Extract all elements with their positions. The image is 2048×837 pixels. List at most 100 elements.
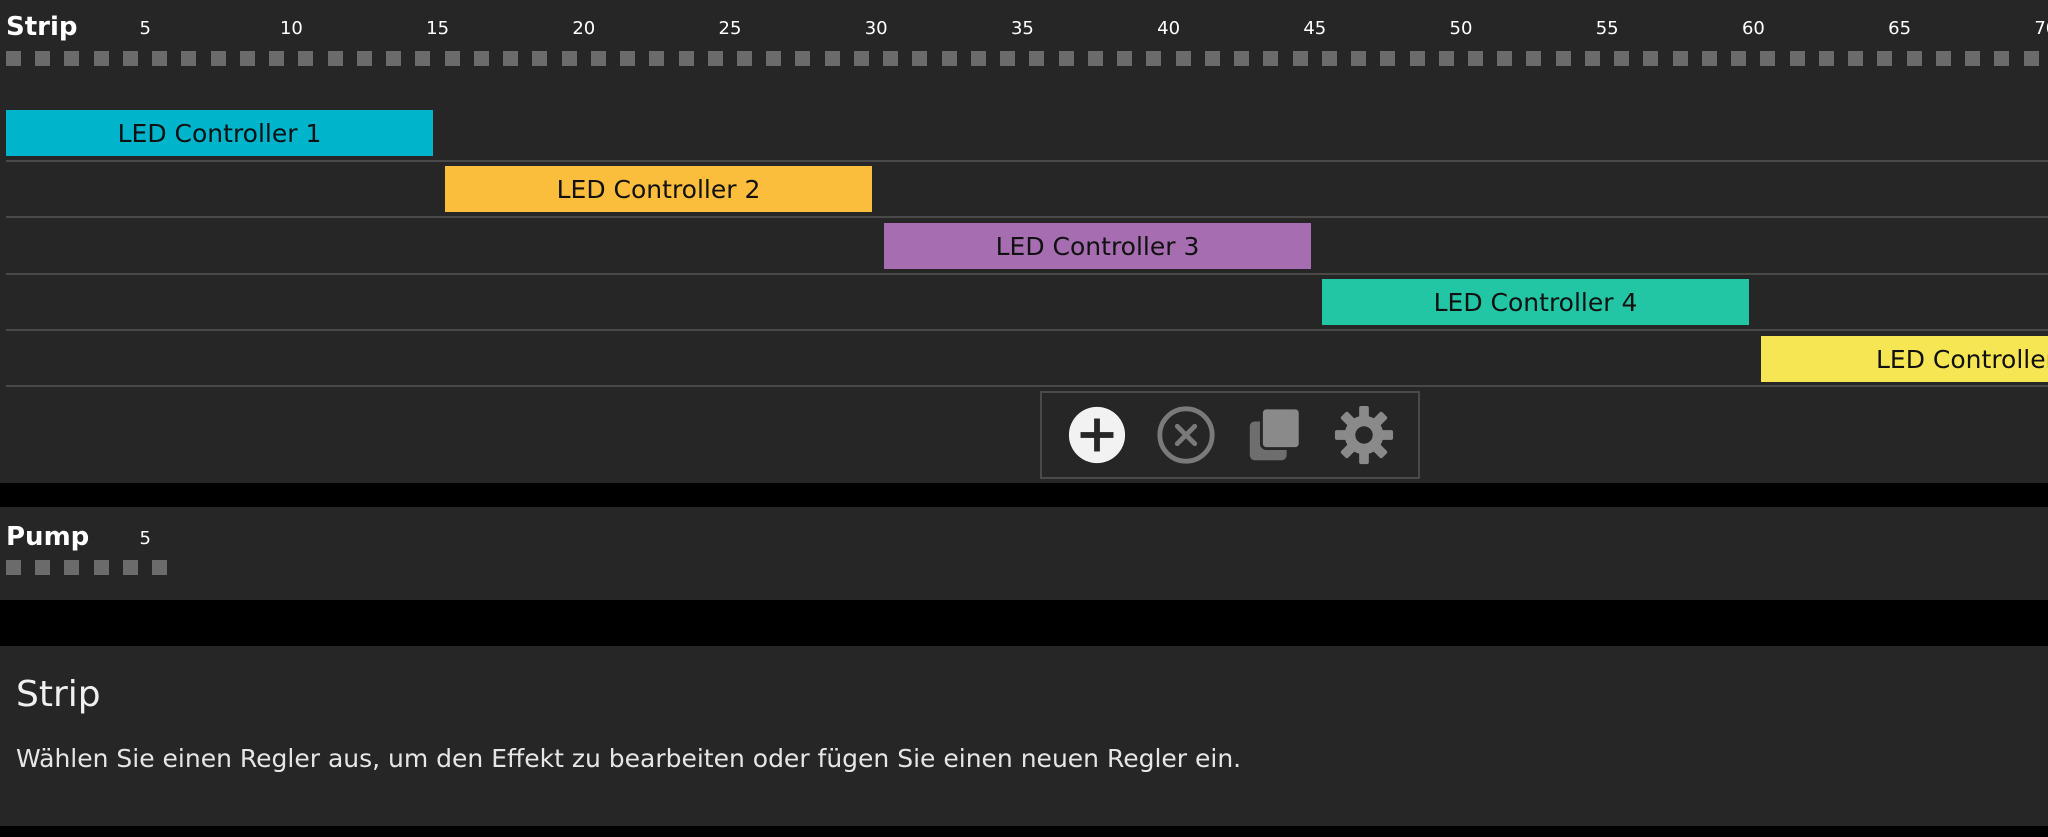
ruler-step-marker (1087, 51, 1103, 66)
ruler-step-marker (532, 51, 548, 66)
ruler-step-marker (678, 51, 694, 66)
led-controller-clip-3[interactable]: LED Controller 3 (884, 223, 1311, 269)
ruler-step-marker (766, 51, 782, 66)
ruler-step-marker (1906, 51, 1922, 66)
ruler-step-marker (1351, 51, 1367, 66)
lane-divider (6, 160, 2048, 162)
ruler-step-marker (1965, 51, 1981, 66)
plus-circle-icon (1068, 406, 1125, 464)
led-controller-clip-5[interactable]: LED Controller 5 (1761, 336, 2048, 382)
ruler-step-marker (561, 51, 577, 66)
ruler-step-marker (1643, 51, 1659, 66)
ruler-step-marker (853, 51, 869, 66)
ruler-step-marker (1468, 51, 1483, 66)
led-controller-clip-4[interactable]: LED Controller 4 (1322, 279, 1749, 325)
ruler-step-marker (152, 560, 168, 575)
ruler-tick-label: 60 (1741, 18, 1765, 39)
ruler-step-marker (415, 51, 431, 66)
add-controller-button[interactable] (1065, 403, 1129, 467)
ruler-step-marker (824, 51, 840, 66)
ruler-step-marker (1204, 51, 1220, 66)
ruler-step-marker (1029, 51, 1045, 66)
ruler-step-marker (1760, 51, 1776, 66)
ruler-step-marker (1994, 51, 2010, 66)
ruler-step-marker (1438, 51, 1454, 66)
delete-controller-button[interactable] (1154, 403, 1218, 467)
ruler-step-marker (473, 51, 489, 66)
clip-label: LED Controller 5 (1876, 344, 2048, 374)
ruler-step-marker (64, 51, 80, 66)
ruler-tick-label: 30 (864, 18, 888, 39)
ruler-step-marker (1877, 51, 1893, 66)
led-controller-clip-2[interactable]: LED Controller 2 (445, 166, 872, 212)
ruler-step-marker (1497, 51, 1513, 66)
ruler-tick-label: 35 (1010, 18, 1034, 39)
ruler-step-marker (620, 51, 636, 66)
ruler-tick-label: 5 (139, 528, 151, 549)
close-circle-icon (1156, 406, 1215, 464)
clip-label: LED Controller 1 (117, 118, 322, 148)
ruler-step-marker (93, 51, 109, 66)
ruler-tick-label: 25 (718, 18, 742, 39)
ruler-step-marker (6, 560, 21, 575)
lane-divider (6, 385, 2048, 387)
ruler-step-marker (1584, 51, 1600, 66)
controller-settings-button[interactable] (1332, 403, 1396, 467)
ruler-tick-label: 20 (572, 18, 596, 39)
lane-divider (6, 273, 2048, 275)
ruler-step-marker (1000, 51, 1016, 66)
ruler-step-marker (1935, 51, 1951, 66)
ruler-step-marker (210, 51, 226, 66)
ruler-step-marker (239, 51, 255, 66)
ruler-step-marker (649, 51, 665, 66)
info-title: Strip (16, 674, 101, 715)
ruler-step-marker (35, 560, 51, 575)
ruler-step-marker (737, 51, 752, 66)
ruler-step-marker (1117, 51, 1133, 66)
ruler-step-marker (1234, 51, 1250, 66)
copy-icon (1249, 406, 1302, 461)
info-description: Wählen Sie einen Regler aus, um den Effe… (16, 744, 1242, 773)
led-controller-clip-1[interactable]: LED Controller 1 (6, 110, 433, 156)
ruler-tick-label: 5 (139, 18, 151, 39)
lane-divider (6, 329, 2048, 331)
clip-label: LED Controller 2 (556, 174, 761, 204)
ruler-step-marker (327, 51, 343, 66)
gear-icon (1334, 405, 1393, 465)
ruler-step-marker (1614, 51, 1630, 66)
ruler-step-marker (122, 51, 138, 66)
ruler-step-marker (444, 51, 460, 66)
clip-toolbar (1040, 391, 1420, 479)
ruler-step-marker (795, 51, 811, 66)
ruler-step-marker (1321, 51, 1337, 66)
ruler-step-marker (152, 51, 168, 66)
ruler-step-marker (1409, 51, 1425, 66)
ruler-step-marker (970, 51, 986, 66)
ruler-tick-label: 65 (1888, 18, 1912, 39)
ruler-step-marker (912, 51, 928, 66)
ruler-step-marker (1701, 51, 1717, 66)
ruler-tick-label: 70 (2034, 18, 2048, 39)
ruler-step-marker (1672, 51, 1688, 66)
ruler-step-marker (298, 51, 314, 66)
ruler-step-marker (1146, 51, 1162, 66)
ruler-step-marker (1526, 51, 1542, 66)
ruler-step-marker (181, 51, 197, 66)
strip-track-panel: Strip 5 10 15 20 25 30 35 40 45 50 55 60 65 70 LED Co… (0, 0, 2048, 483)
ruler-tick-label: 15 (426, 18, 450, 39)
ruler-tick-label: 10 (279, 18, 303, 39)
ruler-step-marker (1818, 51, 1834, 66)
ruler-step-marker (386, 51, 402, 66)
ruler-step-marker (122, 560, 138, 575)
pump-track-title: Pump (6, 522, 90, 552)
ruler-tick-label: 55 (1595, 18, 1619, 39)
ruler-step-marker (269, 51, 285, 66)
ruler-step-marker (503, 51, 519, 66)
ruler-step-marker (64, 560, 80, 575)
copy-controller-button[interactable] (1243, 403, 1307, 467)
ruler-step-marker (1555, 51, 1571, 66)
ruler-step-marker (590, 51, 606, 66)
clip-label: LED Controller 4 (1433, 287, 1638, 317)
ruler-step-marker (356, 51, 372, 66)
ruler-step-marker (2023, 51, 2039, 66)
